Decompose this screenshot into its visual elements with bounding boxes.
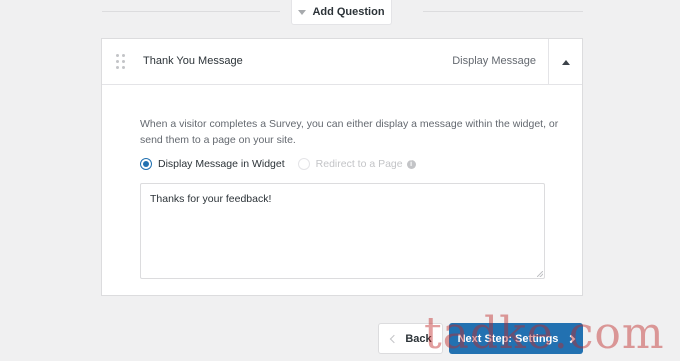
radio-display-message-label[interactable]: Display Message in Widget [158,158,285,170]
card-description: When a visitor completes a Survey, you c… [140,118,559,146]
display-mode-options: Display Message in Widget Redirect to a … [140,156,416,172]
divider-right [423,11,583,12]
radio-redirect-page[interactable] [297,158,310,170]
thank-you-message-card: Thank You Message Display Message When a… [101,38,583,296]
radio-redirect-page-label[interactable]: Redirect to a Page [316,158,403,170]
card-type-label: Display Message [452,55,536,67]
info-icon[interactable]: i [406,159,416,169]
back-button[interactable]: Back [378,323,443,354]
card-header[interactable]: Thank You Message Display Message [102,39,582,85]
back-label: Back [405,332,432,345]
chevron-right-icon [567,334,576,343]
drag-handle-icon[interactable] [116,54,126,70]
chevron-left-icon [390,334,399,343]
next-step-button[interactable]: Next Step: Settings [449,323,583,354]
next-step-label: Next Step: Settings [457,332,559,345]
message-textarea[interactable]: Thanks for your feedback! [140,183,545,279]
caret-up-icon [561,59,570,65]
resize-grip-icon[interactable] [537,271,543,277]
message-text: Thanks for your feedback! [150,193,272,205]
collapse-toggle-button[interactable] [548,39,582,85]
card-title: Thank You Message [143,55,243,67]
caret-down-icon [298,9,307,15]
add-question-label: Add Question [312,6,385,18]
radio-display-message[interactable] [140,158,152,170]
add-question-button[interactable]: Add Question [291,0,392,25]
divider-left [102,11,280,12]
